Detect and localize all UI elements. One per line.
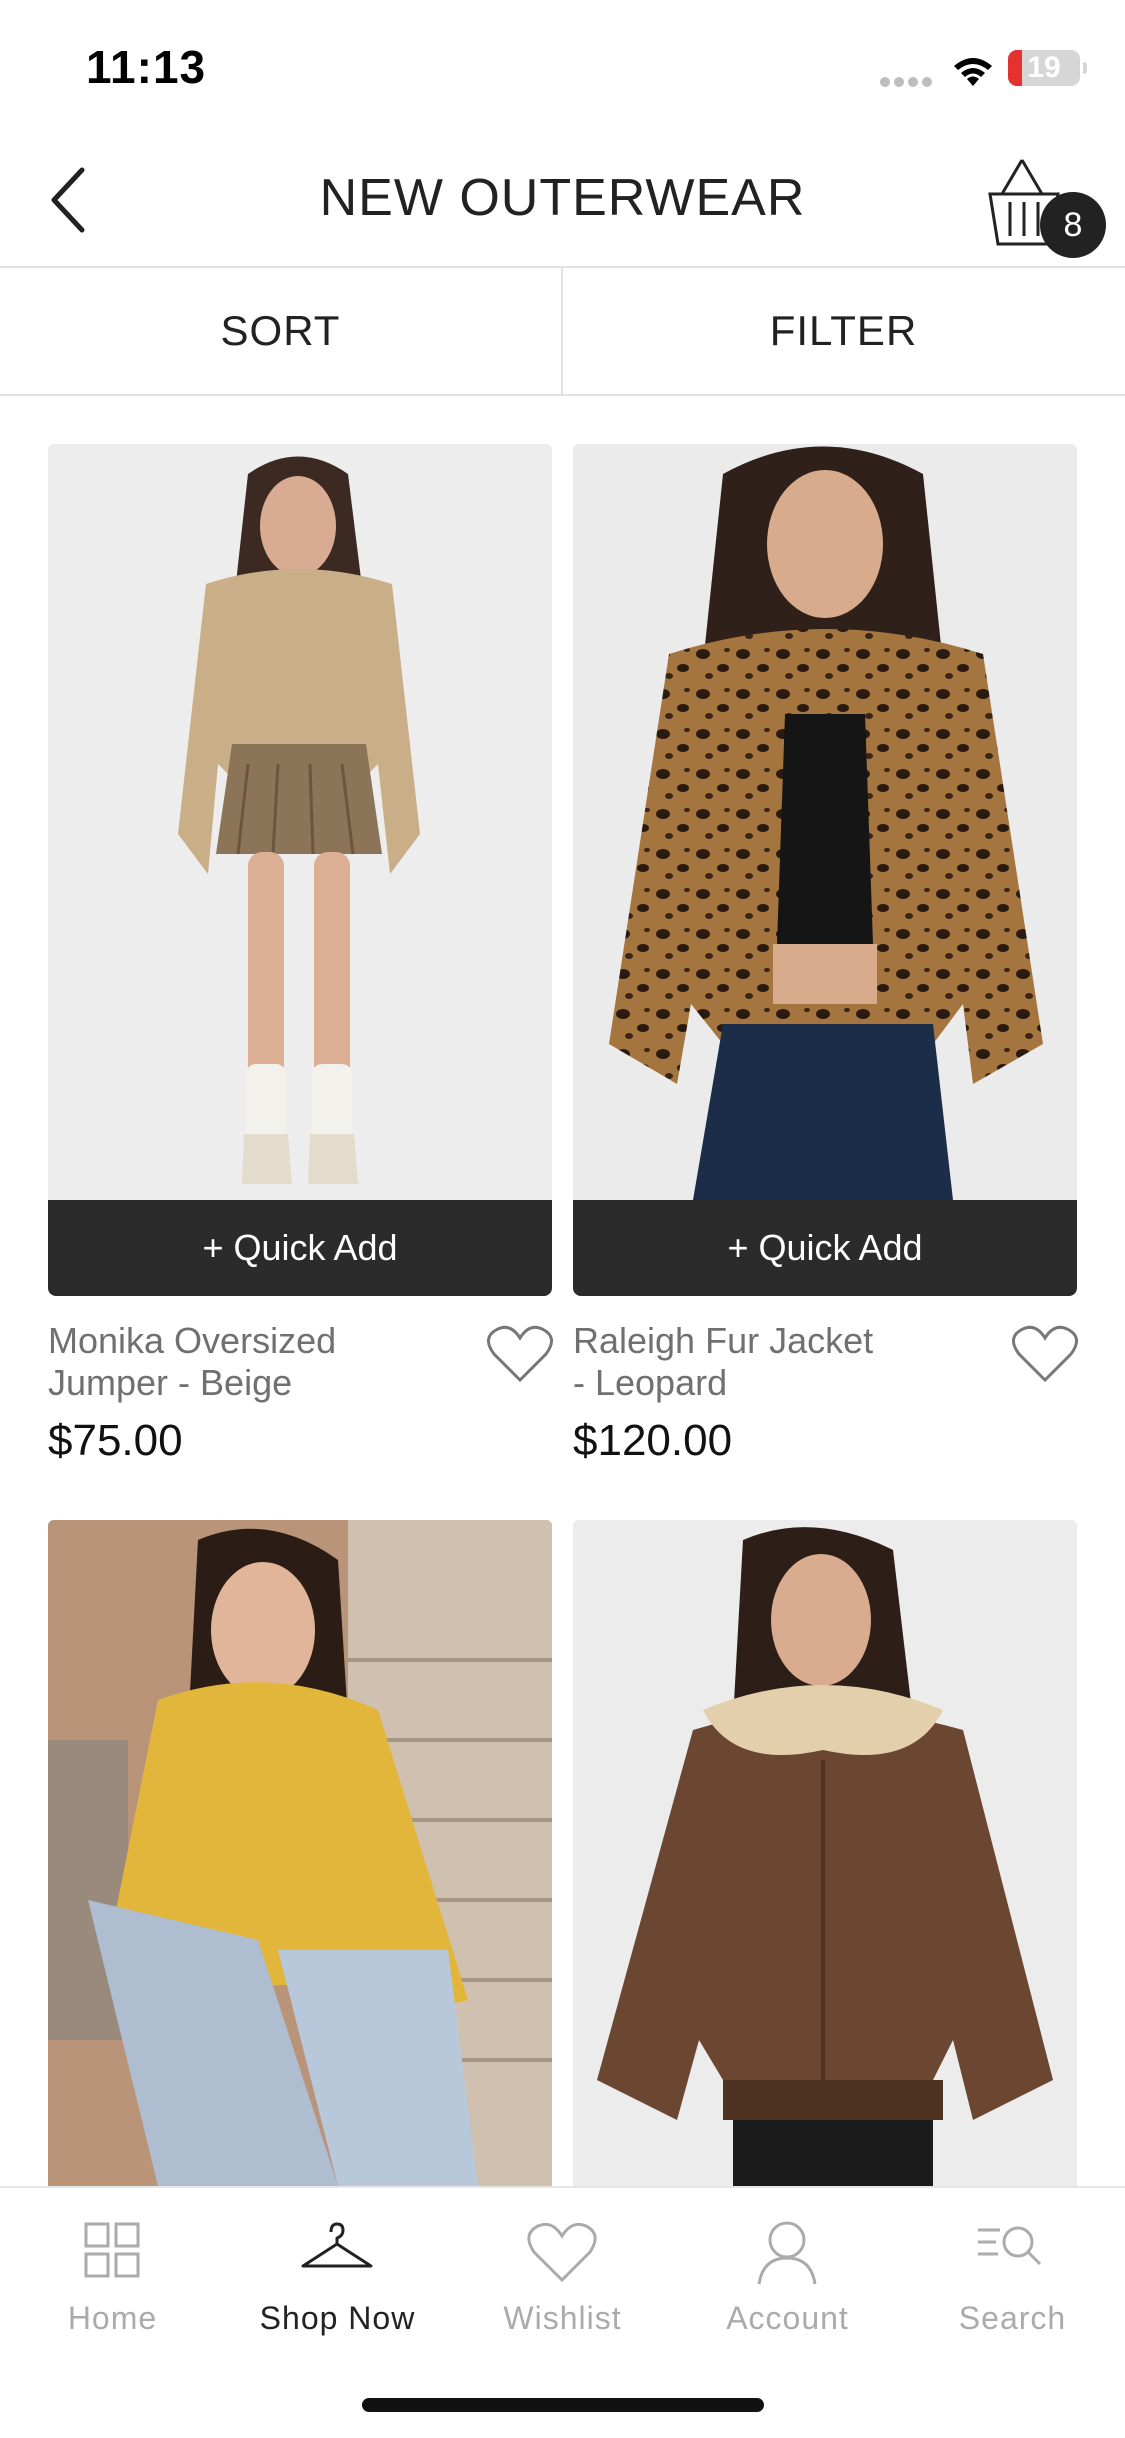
product-name[interactable]: Raleigh Fur Jacket - Leopard [573,1320,983,1404]
tab-label: Account [726,2300,849,2336]
heart-icon [1012,1325,1078,1383]
wishlist-heart-button[interactable] [486,1324,554,1384]
heart-icon [487,1325,553,1383]
product-image[interactable] [48,444,552,1200]
tab-label: Shop Now [259,2300,416,2336]
product-photo-model [573,1520,1077,2186]
product-price: $75.00 [48,1416,183,1465]
nav-header: NEW OUTERWEAR 8 [0,140,1125,268]
filter-button[interactable]: FILTER [563,268,1124,394]
quick-add-button[interactable]: + Quick Add [573,1200,1077,1296]
page-title: NEW OUTERWEAR [319,169,806,227]
product-image[interactable] [573,1520,1077,2186]
quick-add-button[interactable]: + Quick Add [48,1200,552,1296]
product-photo-model [573,444,1077,1200]
status-bar: 11:13 19 [0,0,1125,140]
search-list-icon [978,2226,1042,2266]
product-image[interactable] [48,1520,552,2186]
product-name[interactable]: Monika Oversized Jumper - Beige [48,1320,458,1404]
tab-wishlist[interactable]: Wishlist [450,2188,675,2368]
product-name-line: Monika Oversized [48,1320,337,1361]
grid-icon [84,2222,140,2278]
product-name-line: Jumper - Beige [48,1362,293,1403]
sort-filter-bar: SORT FILTER [0,268,1125,396]
product-image[interactable] [573,444,1077,1200]
product-price: $120.00 [573,1416,733,1465]
product-card[interactable]: + Quick Add Raleigh Fur Jacket - Leopard… [573,444,1079,1465]
battery-icon: 19 [1008,50,1080,86]
tab-label: Search [958,2300,1067,2336]
chevron-left-icon [51,167,85,233]
product-card[interactable] [573,1520,1077,2186]
product-name-line: - Leopard [573,1362,728,1403]
hanger-icon [301,2222,373,2268]
status-time: 11:13 [86,41,207,93]
product-card[interactable]: + Quick Add Monika Oversized Jumper - Be… [48,444,554,1465]
tab-search[interactable]: Search [900,2188,1125,2368]
signal-dots-icon [880,74,936,92]
product-name-line: Raleigh Fur Jacket [573,1320,874,1361]
battery-nub [1083,62,1087,74]
user-icon [757,2221,817,2285]
back-button[interactable] [40,160,110,240]
battery-level-text: 19 [1027,51,1061,84]
heart-icon [527,2222,597,2283]
wifi-icon [954,58,992,86]
cart-count-badge: 8 [1040,192,1106,258]
product-photo-model [48,1520,552,2186]
home-indicator[interactable] [362,2398,764,2412]
wishlist-heart-button[interactable] [1011,1324,1079,1384]
tab-label: Home [67,2300,158,2336]
product-photo-model [48,444,552,1200]
tab-account[interactable]: Account [675,2188,900,2368]
tab-home[interactable]: Home [0,2188,225,2368]
tab-shop-now[interactable]: Shop Now [225,2188,450,2368]
sort-button[interactable]: SORT [0,268,563,394]
product-card[interactable] [48,1520,552,2186]
tab-label: Wishlist [503,2300,622,2336]
